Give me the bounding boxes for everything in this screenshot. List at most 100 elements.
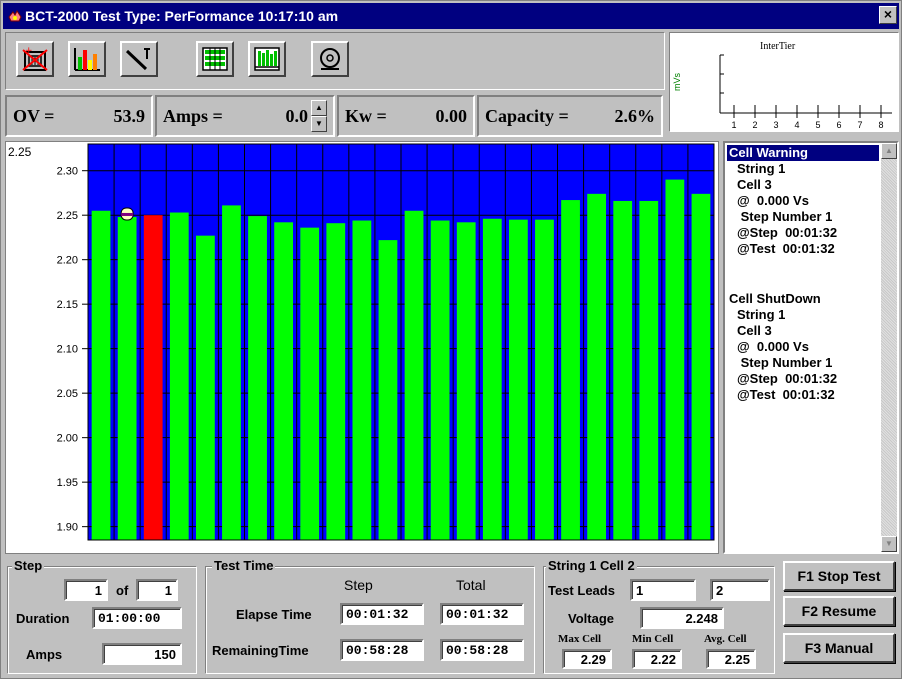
duration-field[interactable]: 01:00:00 xyxy=(92,607,182,629)
intertier-x-tick-label: 1 xyxy=(731,120,736,130)
msg-shutdown-line: Step Number 1 xyxy=(737,355,833,370)
test-leads-label: Test Leads xyxy=(548,583,615,598)
msg-warning-line: Step Number 1 xyxy=(737,209,833,224)
kw-label: Kw = xyxy=(345,105,387,126)
msg-warning-line: String 1 xyxy=(737,161,786,176)
step-total-field[interactable]: 1 xyxy=(136,579,178,601)
string-cell-title: String 1 Cell 2 xyxy=(546,558,637,573)
max-cell-label: Max Cell xyxy=(558,633,602,645)
capacity-label: Capacity = xyxy=(485,105,569,126)
window-title: BCT-2000 Test Type: PerFormance 10:17:10… xyxy=(25,8,339,24)
bar-cell-2 xyxy=(117,216,137,540)
elapse-total-field[interactable]: 00:01:32 xyxy=(440,603,524,625)
stop-test-button[interactable]: F1 Stop Test xyxy=(783,561,895,591)
intertier-panel: InterTier mVs 12345678 xyxy=(669,32,899,132)
amps-spinner[interactable]: ▲ ▼ xyxy=(311,100,327,132)
bar-cell-12 xyxy=(378,240,398,541)
title-bar: BCT-2000 Test Type: PerFormance 10:17:10… xyxy=(3,3,899,29)
lead-2-field[interactable]: 2 xyxy=(710,579,770,601)
bar-chart-button[interactable] xyxy=(248,41,286,77)
spin-down-icon[interactable]: ▼ xyxy=(311,116,327,132)
step-current-field[interactable]: 1 xyxy=(64,579,108,601)
main-window: BCT-2000 Test Type: PerFormance 10:17:10… xyxy=(0,0,902,679)
min-cell-field[interactable]: 2.22 xyxy=(632,649,682,669)
msg-warning-line: Cell 3 xyxy=(737,177,772,192)
elapse-step-field[interactable]: 00:01:32 xyxy=(340,603,424,625)
scroll-down-icon[interactable]: ▼ xyxy=(881,536,897,552)
app-icon xyxy=(8,10,22,22)
selected-cell-marker-icon[interactable] xyxy=(120,207,134,221)
bar-cell-13 xyxy=(404,210,424,540)
y-tick-label: 2.20 xyxy=(57,255,78,267)
amps-value: 0.0 xyxy=(285,105,309,126)
msg-warning-title[interactable]: Cell Warning xyxy=(727,145,879,161)
spin-up-icon[interactable]: ▲ xyxy=(311,100,327,116)
bar-cell-17 xyxy=(508,219,528,540)
bar-cell-19 xyxy=(561,200,580,540)
remaining-label: RemainingTime xyxy=(212,643,309,658)
msg-shutdown-line: String 1 xyxy=(737,307,786,322)
intertier-x-tick-label: 5 xyxy=(815,120,820,130)
close-button[interactable]: × xyxy=(879,6,897,24)
discharge-curve-button[interactable] xyxy=(120,41,158,77)
bar-cell-22 xyxy=(639,200,659,540)
remaining-total-field[interactable]: 00:58:28 xyxy=(440,639,524,661)
bar-cell-3 xyxy=(143,215,163,540)
bar-cell-23 xyxy=(665,179,685,540)
bar-cell-16 xyxy=(482,218,502,541)
bar-cell-14 xyxy=(430,220,450,540)
bar-graph-button[interactable] xyxy=(68,41,106,77)
lead-1-field[interactable]: 1 xyxy=(630,579,696,601)
y-tick-label: 2.15 xyxy=(57,299,78,311)
step-group: Step 1 of 1 Duration 01:00:00 Amps 150 xyxy=(7,558,197,674)
capacity-readout: Capacity = 2.6% xyxy=(477,95,663,137)
msg-shutdown-line: @Step 00:01:32 xyxy=(737,371,838,386)
remaining-step-field[interactable]: 00:58:28 xyxy=(340,639,424,661)
voltage-field[interactable]: 2.248 xyxy=(640,607,724,629)
ov-value: 53.9 xyxy=(113,105,146,126)
y-tick-label: 2.30 xyxy=(57,166,78,178)
avg-cell-field[interactable]: 2.25 xyxy=(706,649,756,669)
intertier-x-tick-label: 3 xyxy=(773,120,778,130)
avg-cell-label: Avg. Cell xyxy=(704,633,747,645)
scroll-up-icon[interactable]: ▲ xyxy=(881,143,897,159)
min-cell-label: Min Cell xyxy=(632,633,674,645)
bar-cell-18 xyxy=(535,219,554,540)
ov-readout: OV = 53.9 xyxy=(5,95,153,137)
bar-cell-9 xyxy=(300,227,320,540)
bar-cell-7 xyxy=(248,216,267,540)
message-list[interactable]: Cell Warning String 1 Cell 3 @ 0.000 Vs St… xyxy=(723,141,899,554)
data-grid-icon xyxy=(202,47,228,71)
disk-config-button[interactable]: + xyxy=(16,41,54,77)
manual-button[interactable]: F3 Manual xyxy=(783,633,895,663)
timer-dial-icon xyxy=(320,48,340,70)
discharge-curve-icon xyxy=(125,48,150,71)
amps-readout: Amps = 0.0 ▲ ▼ xyxy=(155,95,335,137)
msg-warning-line: @Step 00:01:32 xyxy=(737,225,838,240)
max-cell-field[interactable]: 2.29 xyxy=(562,649,612,669)
bar-cell-24 xyxy=(691,193,711,540)
intertier-x-tick-label: 2 xyxy=(752,120,757,130)
bar-cell-5 xyxy=(195,235,215,540)
bar-cell-8 xyxy=(274,222,294,540)
kw-value: 0.00 xyxy=(435,105,468,126)
bar-cell-11 xyxy=(352,220,372,540)
intertier-x-tick-label: 8 xyxy=(878,120,883,130)
chart-canvas: 2.30 2.25 2.20 2.15 2.10 2.05 2.00 1.95 1.90 2.25 xyxy=(8,143,715,541)
y-tick-label: 1.90 xyxy=(57,522,78,534)
step-of-label: of xyxy=(116,583,129,598)
step-amps-field[interactable]: 150 xyxy=(102,643,182,665)
msg-warning-line: @Test 00:01:32 xyxy=(737,241,835,256)
string-cell-group: String 1 Cell 2 Test Leads 1 2 Voltage 2… xyxy=(543,558,775,674)
bar-cell-15 xyxy=(456,222,476,540)
toolbar: + xyxy=(5,32,665,90)
data-grid-button[interactable] xyxy=(196,41,234,77)
timer-dial-button[interactable] xyxy=(311,41,349,77)
msg-warning-line: @ 0.000 Vs xyxy=(737,193,809,208)
intertier-graph: 1 2 3 4 5 6 7 8 xyxy=(719,54,892,130)
message-scrollbar[interactable]: ▲ ▼ xyxy=(881,143,897,552)
col-total-label: Total xyxy=(456,577,486,593)
msg-shutdown-title[interactable]: Cell ShutDown xyxy=(727,291,879,307)
resume-button[interactable]: F2 Resume xyxy=(783,596,895,626)
bar-cell-20 xyxy=(587,193,607,540)
